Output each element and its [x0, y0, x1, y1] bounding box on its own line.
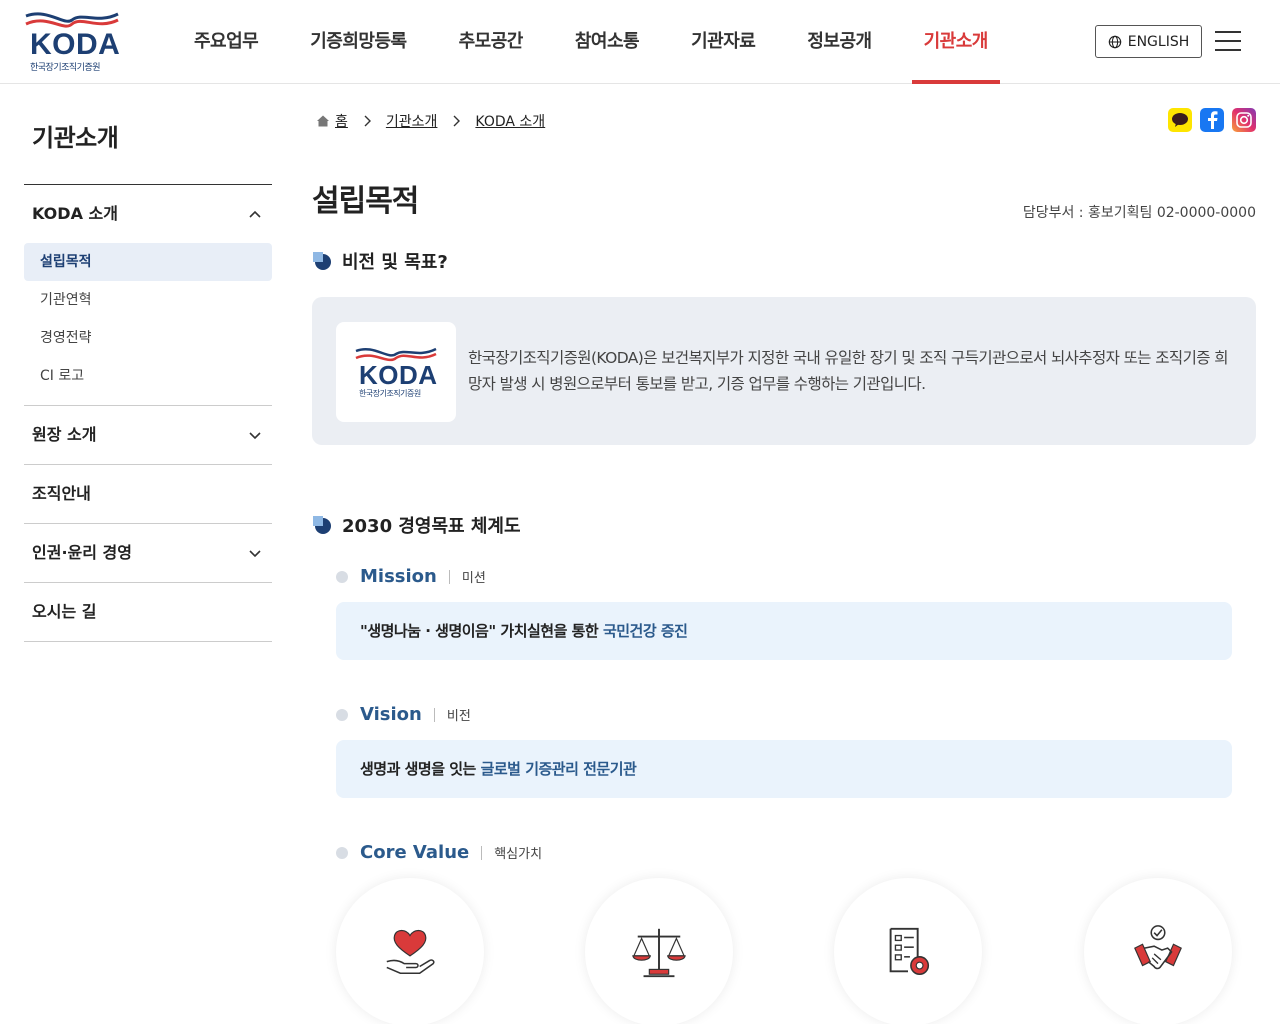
vision-text: 생명과 생명을 잇는	[360, 760, 481, 778]
intro-logo: KODA 한국장기조직기증원	[336, 322, 456, 422]
sidebar-item-purpose[interactable]: 설립목적	[24, 243, 272, 281]
sidebar-group-director: 원장 소개	[24, 406, 272, 465]
english-button[interactable]: ENGLISH	[1095, 25, 1202, 58]
sidebar-group-koda-intro: KODA 소개 설립목적 기관연혁 경영전략 CI 로고	[24, 185, 272, 406]
breadcrumb: 홈 기관소개 KODA 소개	[316, 111, 545, 131]
vision-label-ko: 비전	[446, 709, 471, 724]
sidebar-item-ci-logo[interactable]: CI 로고	[24, 357, 272, 395]
vision-heading: Vision 비전	[336, 704, 471, 725]
section-bullet-icon	[313, 516, 331, 534]
core-value-heading: Core Value 핵심가치	[336, 842, 542, 863]
chevron-down-icon	[249, 550, 261, 558]
bullet-dot	[336, 846, 348, 859]
scales-icon	[632, 928, 686, 978]
bullet-dot	[336, 708, 348, 721]
nav-materials[interactable]: 기관자료	[665, 0, 781, 84]
mission-heading: Mission 미션	[336, 566, 486, 587]
sns-links	[1168, 108, 1256, 132]
globe-icon	[1108, 35, 1121, 48]
home-icon	[317, 115, 329, 127]
section-bullet-icon	[313, 252, 331, 270]
sidebar-item-label: 오시는 길	[32, 602, 97, 621]
sidebar-group-ethics: 인권·윤리 경영	[24, 524, 272, 583]
instagram-icon[interactable]	[1232, 108, 1256, 132]
sidebar-item-koda-intro[interactable]: KODA 소개	[24, 185, 272, 243]
nav-participation[interactable]: 참여소통	[549, 0, 665, 84]
english-label: ENGLISH	[1127, 33, 1190, 50]
heart-hand-icon	[386, 929, 435, 975]
chevron-right-icon	[364, 115, 371, 127]
site-header: KODA 한국장기조직기증원 주요업무 기증희망등록 추모공간 참여소통 기관자…	[0, 0, 1280, 84]
sidebar-item-label: KODA 소개	[32, 204, 118, 223]
bullet-dot	[336, 570, 348, 583]
logo-wordmark: KODA	[30, 28, 121, 61]
sidebar-item-label: 인권·윤리 경영	[32, 543, 132, 562]
chevron-down-icon	[249, 432, 261, 440]
nav-disclosure[interactable]: 정보공개	[781, 0, 897, 84]
facebook-icon[interactable]	[1200, 108, 1224, 132]
nav-main-tasks[interactable]: 주요업무	[168, 0, 284, 84]
sidebar-title: 기관소개	[32, 124, 119, 152]
sidebar-item-label: 원장 소개	[32, 425, 97, 444]
page-title: 설립목적	[312, 184, 419, 219]
document-gear-icon	[889, 927, 930, 976]
kakao-icon[interactable]	[1168, 108, 1192, 132]
mission-text: "생명나눔 · 생명이음" 가치실현을 통한	[360, 622, 603, 640]
core-value-3	[834, 878, 982, 1024]
nav-about[interactable]: 기관소개	[898, 0, 1014, 84]
sidebar-group-directions: 오시는 길	[24, 583, 272, 642]
handshake-icon	[1134, 925, 1182, 970]
core-values	[336, 878, 1232, 1024]
sidebar-item-directions[interactable]: 오시는 길	[24, 583, 272, 641]
sidebar-item-label: 조직안내	[32, 484, 91, 503]
hamburger-menu-icon[interactable]	[1213, 27, 1243, 55]
sidebar-submenu: 설립목적 기관연혁 경영전략 CI 로고	[24, 243, 272, 405]
sidebar-item-organization[interactable]: 조직안내	[24, 465, 272, 523]
chevron-up-icon	[249, 210, 261, 218]
core-value-label-ko: 핵심가치	[494, 847, 543, 862]
logo-subtitle: 한국장기조직기증원	[30, 63, 101, 73]
divider	[433, 707, 435, 722]
intro-box: KODA 한국장기조직기증원 한국장기조직기증원(KODA)은 보건복지부가 지…	[312, 297, 1256, 445]
nav-memorial[interactable]: 추모공간	[433, 0, 549, 84]
breadcrumb-koda-intro[interactable]: KODA 소개	[475, 111, 545, 131]
mission-highlight: 국민건강 증진	[602, 622, 688, 640]
vision-label-en: Vision	[360, 704, 422, 725]
vision-box: 생명과 생명을 잇는 글로벌 기증관리 전문기관	[336, 740, 1232, 798]
department-info: 담당부서 : 홍보기획팀 02-0000-0000	[1022, 205, 1256, 221]
mission-label-ko: 미션	[461, 571, 486, 586]
koda-logo[interactable]: KODA 한국장기조직기증원	[24, 10, 120, 74]
divider	[448, 569, 450, 584]
core-value-4	[1084, 878, 1232, 1024]
logo-wordmark: KODA	[359, 360, 438, 390]
section-title-text: 비전 및 목표?	[342, 252, 448, 273]
breadcrumb-about[interactable]: 기관소개	[386, 111, 438, 131]
core-value-2	[585, 878, 733, 1024]
sidebar-item-strategy[interactable]: 경영전략	[24, 319, 272, 357]
mission-box: "생명나눔 · 생명이음" 가치실현을 통한 국민건강 증진	[336, 602, 1232, 660]
intro-text: 한국장기조직기증원(KODA)은 보건복지부가 지정한 국내 유일한 장기 및 …	[468, 349, 1228, 393]
section-title-text: 2030 경영목표 체계도	[342, 516, 521, 537]
sidebar-item-director[interactable]: 원장 소개	[24, 406, 272, 464]
chevron-right-icon	[453, 115, 461, 127]
sidebar-group-organization: 조직안내	[24, 465, 272, 524]
vision-highlight: 글로벌 기증관리 전문기관	[480, 760, 637, 778]
main-nav: 주요업무 기증희망등록 추모공간 참여소통 기관자료 정보공개 기관소개	[168, 0, 1014, 84]
mission-label-en: Mission	[360, 566, 437, 587]
section-title-2030: 2030 경영목표 체계도	[312, 512, 521, 538]
sidebar-item-history[interactable]: 기관연혁	[24, 281, 272, 319]
sidebar-item-ethics[interactable]: 인권·윤리 경영	[24, 524, 272, 582]
section-title-vision: 비전 및 목표?	[312, 248, 448, 274]
sidebar: KODA 소개 설립목적 기관연혁 경영전략 CI 로고 원장 소개 조직안내 …	[24, 184, 272, 642]
nav-donation-register[interactable]: 기증희망등록	[284, 0, 432, 84]
divider	[481, 845, 483, 860]
core-value-label-en: Core Value	[360, 842, 470, 863]
logo-subtitle: 한국장기조직기증원	[359, 389, 421, 398]
core-value-1	[336, 878, 484, 1024]
breadcrumb-home[interactable]: 홈	[335, 111, 348, 131]
